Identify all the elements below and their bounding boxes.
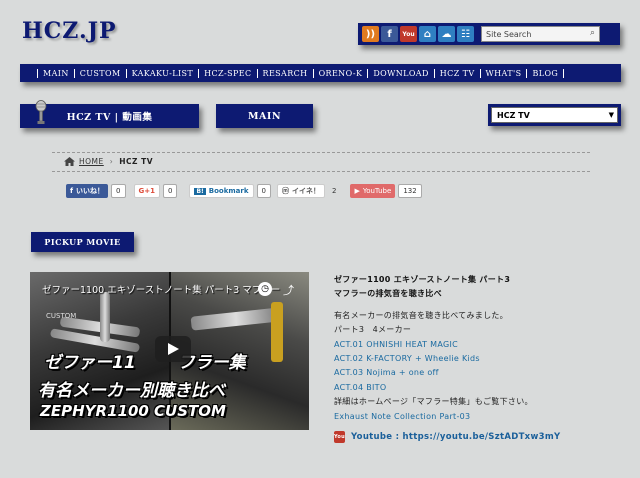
play-icon [168,343,179,355]
main-menu: MAIN CUSTOM KAKAKU-LIST HCZ-SPEC RESARCH… [20,64,621,82]
mixi-icon: ⓜ [281,187,289,195]
description-act-3: ACT.03 Nojima + one off [334,368,439,378]
chevron-down-icon: ▼ [608,111,614,119]
social-share-bar: f いいね！ 0 G+1 0 B! Bookmark 0 ⓜ イイネ！ 2 ▶ … [66,184,422,198]
description-act-1: ACT.01 OHNISHI HEAT MAGIC [334,339,459,349]
watch-later-icon[interactable]: ◷ [258,282,272,296]
menu-item-download[interactable]: DOWNLOAD [367,68,433,78]
breadcrumb-home-link[interactable]: HOME [79,157,104,166]
facebook-icon[interactable]: f [381,26,398,42]
video-title[interactable]: ゼファー1100 エキゾーストノート集 パート3 マフラー [42,282,280,296]
divider [52,152,590,153]
share-icon[interactable]: ⤴ [283,282,294,298]
search-icon[interactable]: ⌕ [590,28,595,38]
chat-icon[interactable]: ☁ [438,26,455,42]
description-collection: Exhaust Note Collection Part-03 [334,411,471,421]
page-select-value: HCZ TV [497,110,530,120]
google-plus-count: 0 [163,184,178,198]
description-act-4: ACT.04 BITO [334,382,387,392]
pickup-movie-heading: PICKUP MOVIE [31,232,134,252]
description-detail: 詳細はホームページ「マフラー特集」もご覧下さい。 [334,397,533,407]
video-overlay-text-3: ZEPHYR1100 CUSTOM [40,402,226,420]
youtube-link[interactable]: Youtube : https://youtu.be/SztADTxw3mY [351,430,560,444]
description-part: パート3 4メーカー [334,325,412,335]
youtube-icon[interactable]: You [400,26,417,42]
description-act-2: ACT.02 K-FACTORY + Wheelie Kids [334,354,480,364]
page-select[interactable]: HCZ TV ▼ [491,107,618,123]
facebook-icon: f [70,187,74,195]
youtube-icon: You [334,431,345,444]
search-input[interactable]: Site Search ⌕ [481,26,600,42]
divider [52,171,590,172]
menu-item-resarch[interactable]: RESARCH [256,68,313,78]
hatena-bookmark-label: Bookmark [208,187,249,195]
microphone-icon [35,100,47,124]
youtube-video-player[interactable]: CUSTOM ゼファー1100 エキゾーストノート集 パート3 マフラー ◷ ⤴… [30,272,309,430]
menu-item-whats[interactable]: WHAT'S [479,68,527,78]
mixi-check-label: イイネ！ [291,187,320,195]
site-logo[interactable]: HCZ.JP [22,18,117,44]
menu-item-main[interactable]: MAIN [37,68,74,78]
search-placeholder: Site Search [486,29,532,39]
youtube-subscribe-count: 132 [398,184,422,198]
main-button-label: MAIN [247,110,281,122]
hatena-icon: B! [194,187,206,195]
header-icon-bar: )) f You ⌂ ☁ ☷ Site Search ⌕ [358,23,620,45]
menu-item-blog[interactable]: BLOG [526,68,565,78]
menu-item-kakaku-list[interactable]: KAKAKU-LIST [125,68,199,78]
play-button[interactable] [155,336,191,362]
youtube-subscribe-button[interactable]: ▶ YouTube [350,184,396,198]
facebook-like-count: 0 [111,184,126,198]
menu-item-hcz-tv[interactable]: HCZ TV [433,68,480,78]
video-overlay-text-1: ゼファー11 フラー集 [44,353,246,373]
breadcrumb-current: HCZ TV [119,157,154,166]
google-plus-button[interactable]: G+1 [133,184,160,198]
chevron-right-icon: › [109,157,114,166]
rss-icon[interactable]: )) [362,26,379,42]
home-icon[interactable]: ⌂ [419,26,436,42]
menu-item-custom[interactable]: CUSTOM [73,68,126,78]
video-overlay-text-2: 有名メーカー別聴き比べ [38,381,225,401]
description-title-1: ゼファー1100 エキゾーストノート集 パート3 [334,275,511,284]
main-button[interactable]: MAIN [216,104,313,128]
video-custom-tag: CUSTOM [46,312,77,320]
hatena-bookmark-button[interactable]: B! Bookmark [189,184,254,198]
hcz-tv-button-label: HCZ TV | 動画集 [66,112,153,123]
sitemap-icon[interactable]: ☷ [457,26,474,42]
mixi-check-button[interactable]: ⓜ イイネ！ [276,184,325,198]
home-icon[interactable] [64,157,75,166]
hatena-bookmark-count: 0 [256,184,271,198]
description-title-2: マフラーの排気音を聴き比べ [334,289,442,299]
pickup-movie-label: PICKUP MOVIE [44,237,121,247]
facebook-like-label: いいね！ [76,187,105,195]
mixi-check-count: 2 [331,187,337,195]
youtube-link-row: You Youtube : https://youtu.be/SztADTxw3… [334,430,634,444]
menu-item-oreno-k[interactable]: ORENO-K [312,68,368,78]
page-select-wrapper: HCZ TV ▼ [488,104,621,126]
breadcrumb: HOME › HCZ TV [64,157,153,166]
hcz-tv-button[interactable]: HCZ TV | 動画集 [20,100,199,128]
youtube-icon: ▶ [354,187,360,195]
youtube-subscribe-label: YouTube [362,187,392,195]
facebook-like-button[interactable]: f いいね！ [66,184,109,198]
google-plus-label: G+1 [138,187,155,195]
description-intro: 有名メーカーの排気音を聴き比べてみました。 [334,310,508,320]
menu-item-hcz-spec[interactable]: HCZ-SPEC [198,68,256,78]
video-description: ゼファー1100 エキゾーストノート集 パート3 マフラーの排気音を聴き比べ 有… [334,273,634,444]
